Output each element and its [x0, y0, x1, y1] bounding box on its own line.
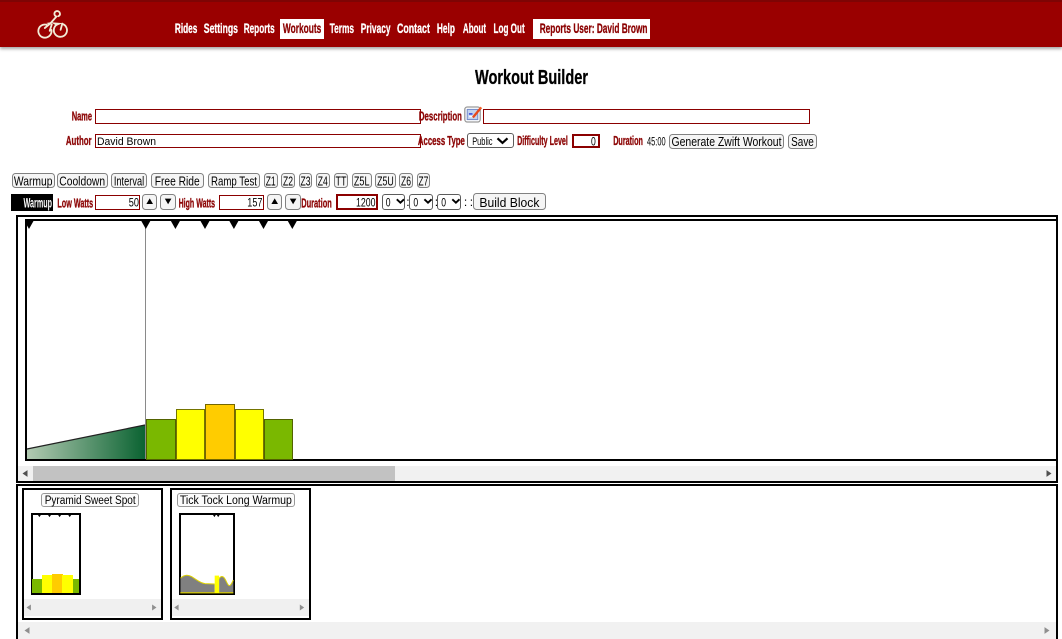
svg-text:Description: Description — [419, 110, 462, 124]
svg-text:High Watts: High Watts — [179, 196, 216, 210]
svg-text::: : — [464, 195, 467, 209]
svg-text:Difficulty Level: Difficulty Level — [517, 134, 568, 148]
svg-text:Access Type: Access Type — [418, 134, 465, 148]
svg-text:Workout Builder: Workout Builder — [475, 66, 588, 89]
svg-text:Low Watts: Low Watts — [57, 196, 93, 210]
svg-text:45:00: 45:00 — [647, 135, 666, 149]
svg-text:Name: Name — [72, 110, 92, 124]
svg-text:Author: Author — [66, 134, 92, 148]
svg-text:Duration: Duration — [301, 196, 332, 210]
svg-text:Duration: Duration — [613, 134, 643, 148]
